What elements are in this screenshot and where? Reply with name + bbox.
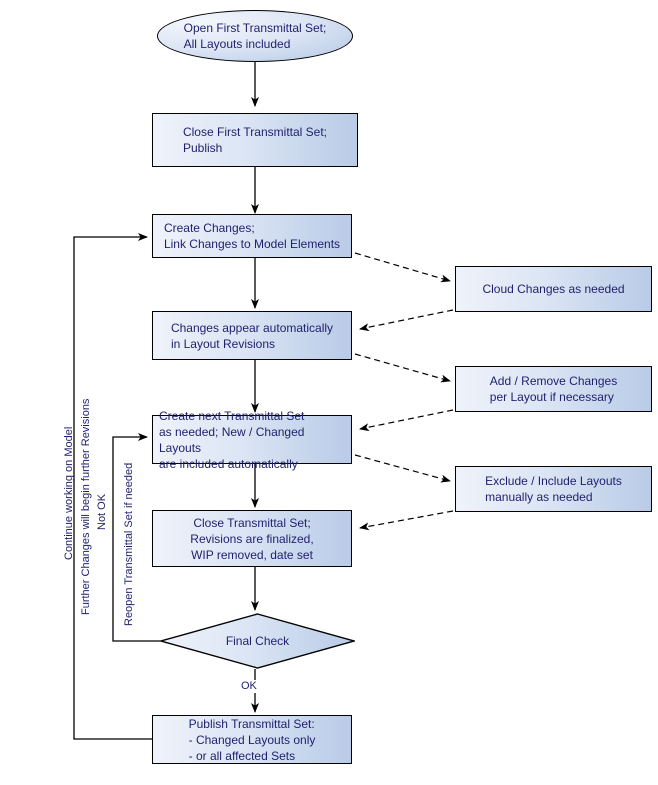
node-label: Open First Transmittal Set; All Layouts … [183,21,327,51]
node-label: Close Transmittal Set; Revisions are fin… [190,515,314,562]
node-label: Create next Transmittal Set as needed; N… [159,408,305,471]
node-label: Changes appear automatically in Layout R… [170,320,334,351]
edge-label-not-ok: Not OK [96,493,108,530]
edge-changes-appear-to-add-remove [354,353,451,383]
edge-label-continue-working-on-model: Continue working on Model [63,426,75,560]
node-close-first-transmittal-set[interactable]: Close First Transmittal Set; Publish [152,113,358,167]
node-label: Create Changes; Link Changes to Model El… [163,221,341,251]
node-label: Close First Transmittal Set; Publish [182,125,328,155]
node-close-transmittal-set[interactable]: Close Transmittal Set; Revisions are fin… [152,510,352,567]
node-label: Cloud Changes as needed [482,282,625,296]
edge-label-further-changes: Further Changes will begin further Revis… [80,398,92,615]
edge-label-reopen-transmittal-set: Reopen Transmittal Set if needed [123,462,135,626]
node-create-next-transmittal-set[interactable]: Create next Transmittal Set as needed; N… [152,409,352,471]
edge-create-changes-to-cloud-changes [354,252,451,283]
node-add-remove-changes[interactable]: Add / Remove Changes per Layout if neces… [455,366,652,412]
edge-exclude-include-to-close-set [359,510,454,531]
node-label: Final Check [225,634,290,648]
node-open-first-transmittal-set[interactable]: Open First Transmittal Set; All Layouts … [157,10,353,62]
flowchart-canvas: Open First Transmittal Set; All Layouts … [0,0,658,785]
node-create-changes[interactable]: Create Changes; Link Changes to Model El… [152,214,352,258]
node-label: Add / Remove Changes per Layout if neces… [489,374,618,404]
node-exclude-include-layouts[interactable]: Exclude / Include Layouts manually as ne… [455,466,652,512]
edge-cloud-changes-to-changes-appear [359,309,454,332]
node-cloud-changes[interactable]: Cloud Changes as needed [455,266,652,312]
node-final-check[interactable]: Final Check [160,613,355,669]
node-publish-transmittal-set[interactable]: Publish Transmittal Set: - Changed Layou… [152,715,352,764]
edge-label-ok: OK [240,680,258,693]
edge-add-remove-to-create-next [359,409,454,432]
node-label: Publish Transmittal Set: - Changed Layou… [188,716,316,763]
node-label: Exclude / Include Layouts manually as ne… [485,474,622,504]
edge-create-next-to-exclude-include [354,454,451,483]
node-changes-appear-automatically[interactable]: Changes appear automatically in Layout R… [152,311,352,360]
